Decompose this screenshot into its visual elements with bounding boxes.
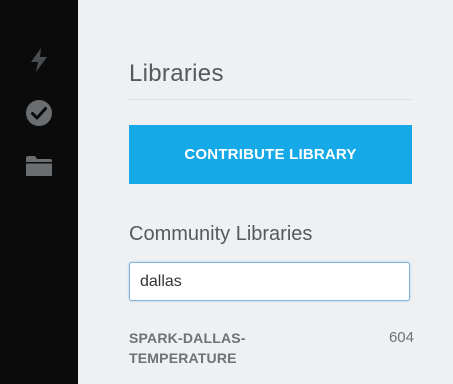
libraries-panel: Libraries CONTRIBUTE LIBRARY Community L…	[78, 0, 453, 384]
left-nav-rail	[0, 0, 78, 384]
library-result-row[interactable]: SPARK-DALLAS- TEMPERATURE 604	[129, 328, 419, 384]
title-divider	[129, 99, 411, 100]
flash-icon	[31, 48, 47, 72]
verify-button[interactable]	[0, 92, 78, 134]
verify-check-icon	[26, 100, 52, 126]
library-result-name: SPARK-DALLAS- TEMPERATURE	[129, 328, 329, 368]
community-libraries-title: Community Libraries	[129, 223, 313, 245]
app-window: Libraries CONTRIBUTE LIBRARY Community L…	[0, 0, 453, 384]
library-search-input[interactable]	[129, 262, 410, 301]
libraries-title: Libraries	[129, 60, 224, 87]
folder-icon	[26, 156, 52, 176]
contribute-library-button[interactable]: CONTRIBUTE LIBRARY	[129, 125, 412, 184]
flash-button[interactable]	[0, 40, 78, 80]
files-button[interactable]	[0, 148, 78, 184]
library-result-name-line1: SPARK-DALLAS-	[129, 330, 246, 346]
library-result-name-line2: TEMPERATURE	[129, 350, 237, 366]
library-result-count: 604	[388, 329, 414, 346]
